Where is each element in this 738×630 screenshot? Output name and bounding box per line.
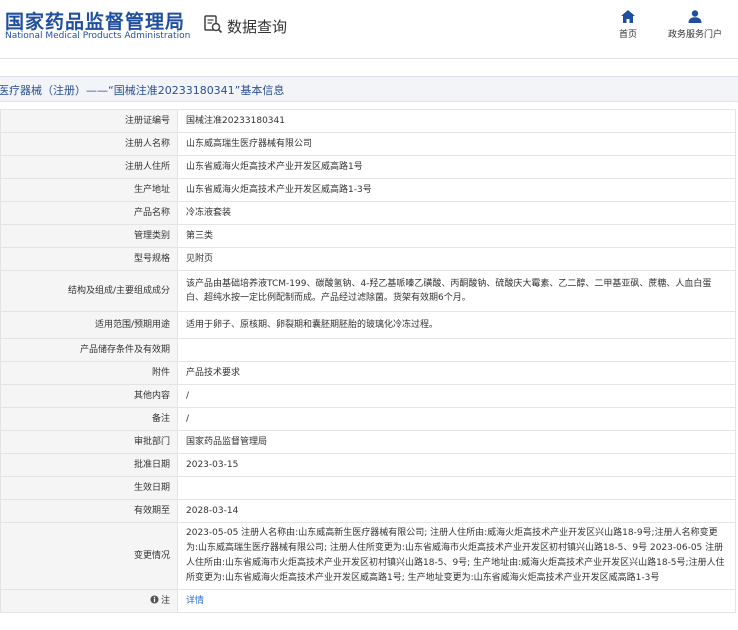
table-row: 批准日期 2023-03-15	[0, 453, 736, 477]
table-row: 审批部门 国家药品监督管理局	[0, 430, 736, 454]
field-label: 注册证编号	[0, 109, 178, 133]
field-value: 山东省威海火炬高技术产业开发区威高路1-3号	[177, 178, 736, 202]
nav-home-link[interactable]: 首页	[614, 10, 642, 40]
field-label: 产品名称	[0, 201, 178, 225]
record-title-bar: 医疗器械（注册）——“国械注准20233180341”基本信息	[0, 76, 738, 102]
table-row: 有效期至 2028-03-14	[0, 499, 736, 523]
search-document-icon	[203, 14, 223, 38]
field-value	[177, 338, 736, 362]
field-label: 注册人名称	[0, 132, 178, 156]
note-label: 注	[160, 596, 170, 606]
field-label: 注册人住所	[0, 155, 178, 179]
table-row: 产品名称 冷冻液套装	[0, 201, 736, 225]
field-value: 国械注准20233180341	[177, 109, 736, 133]
info-icon	[150, 595, 161, 606]
data-query-label: 数据查询	[227, 17, 288, 36]
field-label: 附件	[0, 361, 178, 385]
field-value: 2023-05-05 注册人名称由:山东威高新生医疗器械有限公司; 注册人住所由…	[177, 522, 736, 590]
table-row: 注册人住所 山东省威海火炬高技术产业开发区威高路1号	[0, 155, 736, 179]
table-row: 注册证编号 国械注准20233180341	[0, 109, 736, 133]
field-label: 结构及组成/主要组成成分	[0, 270, 178, 312]
field-label: 适用范围/预期用途	[0, 311, 178, 339]
table-row: 附件 产品技术要求	[0, 361, 736, 385]
field-label: 有效期至	[0, 499, 178, 523]
field-value: 山东省威海火炬高技术产业开发区威高路1号	[177, 155, 736, 179]
table-row: 管理类别 第三类	[0, 224, 736, 248]
table-row: 结构及组成/主要组成成分 该产品由基础培养液TCM-199、碳酸氢钠、4-羟乙基哌…	[0, 270, 736, 312]
logo-title-cn[interactable]: 国家药品监督管理局	[5, 7, 185, 34]
table-row: 其他内容 /	[0, 384, 736, 408]
field-label: 备注	[0, 407, 178, 431]
table-row: 型号规格 见附页	[0, 247, 736, 271]
note-value-cell: 详情	[177, 589, 736, 613]
table-row: 注册人名称 山东威高瑞生医疗器械有限公司	[0, 132, 736, 156]
home-icon	[621, 10, 635, 23]
note-row: 注 详情	[0, 589, 736, 613]
field-value: /	[177, 407, 736, 431]
logo-title-en: National Medical Products Administration	[5, 31, 191, 41]
nav-portal-link[interactable]: 政务服务门户	[663, 10, 727, 40]
field-value: /	[177, 384, 736, 408]
field-label: 变更情况	[0, 522, 178, 590]
field-value: 2028-03-14	[177, 499, 736, 523]
data-query-title: 数据查询	[203, 14, 287, 38]
field-label: 批准日期	[0, 453, 178, 477]
record-title: 医疗器械（注册）——“国械注准20233180341”基本信息	[0, 84, 285, 97]
field-label: 产品储存条件及有效期	[0, 338, 178, 362]
note-label-cell: 注	[0, 589, 178, 613]
table-row: 生产地址 山东省威海火炬高技术产业开发区威高路1-3号	[0, 178, 736, 202]
table-row: 适用范围/预期用途 适用于卵子、原核期、卵裂期和囊胚期胚胎的玻璃化冷冻过程。	[0, 311, 736, 339]
registration-info-table: 注册证编号 国械注准20233180341 注册人名称 山东威高瑞生医疗器械有限公司注…	[0, 109, 736, 613]
table-row: 生效日期	[0, 476, 736, 500]
nav-portal-label: 政务服务门户	[667, 30, 722, 40]
field-value: 该产品由基础培养液TCM-199、碳酸氢钠、4-羟乙基哌嗪乙磺酸、丙酮酸钠、硫酸…	[177, 270, 736, 312]
table-row: 备注 /	[0, 407, 736, 431]
field-value: 国家药品监督管理局	[177, 430, 736, 454]
table-row: 产品储存条件及有效期	[0, 338, 736, 362]
field-label: 生效日期	[0, 476, 178, 500]
field-value: 2023-03-15	[177, 453, 736, 477]
field-value: 山东威高瑞生医疗器械有限公司	[177, 132, 736, 156]
field-label: 生产地址	[0, 178, 178, 202]
field-label: 审批部门	[0, 430, 178, 454]
nav-home-label: 首页	[618, 30, 637, 40]
field-value: 产品技术要求	[177, 361, 736, 385]
site-header: 国家药品监督管理局 National Medical Products Admi…	[0, 0, 738, 59]
field-label: 其他内容	[0, 384, 178, 408]
field-value: 见附页	[177, 247, 736, 271]
table-row: 变更情况 2023-05-05 注册人名称由:山东威高新生医疗器械有限公司; 注册…	[0, 522, 736, 590]
field-value: 第三类	[177, 224, 736, 248]
field-value	[177, 476, 736, 500]
user-icon	[688, 10, 702, 23]
field-value: 冷冻液套装	[177, 201, 736, 225]
field-label: 型号规格	[0, 247, 178, 271]
details-link[interactable]: 详情	[186, 596, 204, 606]
field-value: 适用于卵子、原核期、卵裂期和囊胚期胚胎的玻璃化冷冻过程。	[177, 311, 736, 339]
field-label: 管理类别	[0, 224, 178, 248]
